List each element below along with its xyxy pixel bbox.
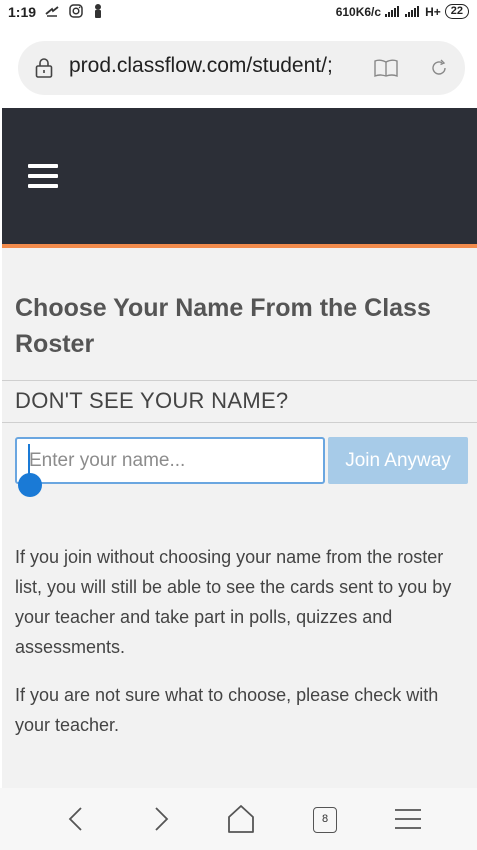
address-bar[interactable]: prod.classflow.com/student/; (18, 41, 465, 95)
signal-icon-2 (405, 6, 420, 17)
status-time: 1:19 (8, 4, 37, 20)
reader-mode-icon[interactable] (373, 57, 399, 79)
divider (2, 380, 477, 381)
tab-count: 8 (313, 807, 337, 833)
instagram-icon (69, 4, 83, 18)
notification-icon (45, 6, 59, 17)
lock-icon (35, 58, 53, 78)
divider (2, 422, 477, 423)
person-icon (95, 4, 101, 18)
text-cursor (28, 444, 30, 476)
status-notification-icons (44, 3, 104, 19)
status-right-group: 610K6/c H+ 22 (336, 4, 469, 19)
reload-icon[interactable] (428, 57, 450, 79)
browser-bottom-nav: 8 (0, 788, 477, 850)
forward-icon[interactable] (143, 802, 177, 836)
info-paragraph: If you are not sure what to choose, plea… (15, 685, 439, 735)
section-heading: DON'T SEE YOUR NAME? (15, 388, 289, 413)
signal-icon-1 (385, 6, 400, 17)
battery-icon: 22 (444, 4, 469, 19)
tabs-icon[interactable]: 8 (313, 807, 347, 841)
network-type: H+ (425, 4, 441, 19)
browser-toolbar: prod.classflow.com/student/; (0, 26, 477, 108)
home-icon[interactable] (224, 802, 258, 836)
text-selection-handle[interactable] (18, 473, 42, 497)
menu-icon[interactable] (391, 802, 425, 836)
info-paragraph: If you join without choosing your name f… (15, 547, 452, 657)
url-text[interactable]: prod.classflow.com/student/; (69, 54, 352, 78)
network-speed: 610K6/c (335, 4, 382, 19)
page-title: Choose Your Name From the Class Roster (15, 294, 431, 358)
main-content: Choose Your Name From the Class Roster D… (2, 248, 477, 788)
back-icon[interactable] (60, 802, 94, 836)
name-input[interactable] (15, 437, 325, 484)
hamburger-menu-icon[interactable] (28, 164, 58, 188)
join-anyway-button[interactable]: Join Anyway (328, 437, 468, 484)
app-header (2, 108, 477, 244)
status-bar: 1:19 610K6/c H+ 22 (0, 0, 477, 26)
